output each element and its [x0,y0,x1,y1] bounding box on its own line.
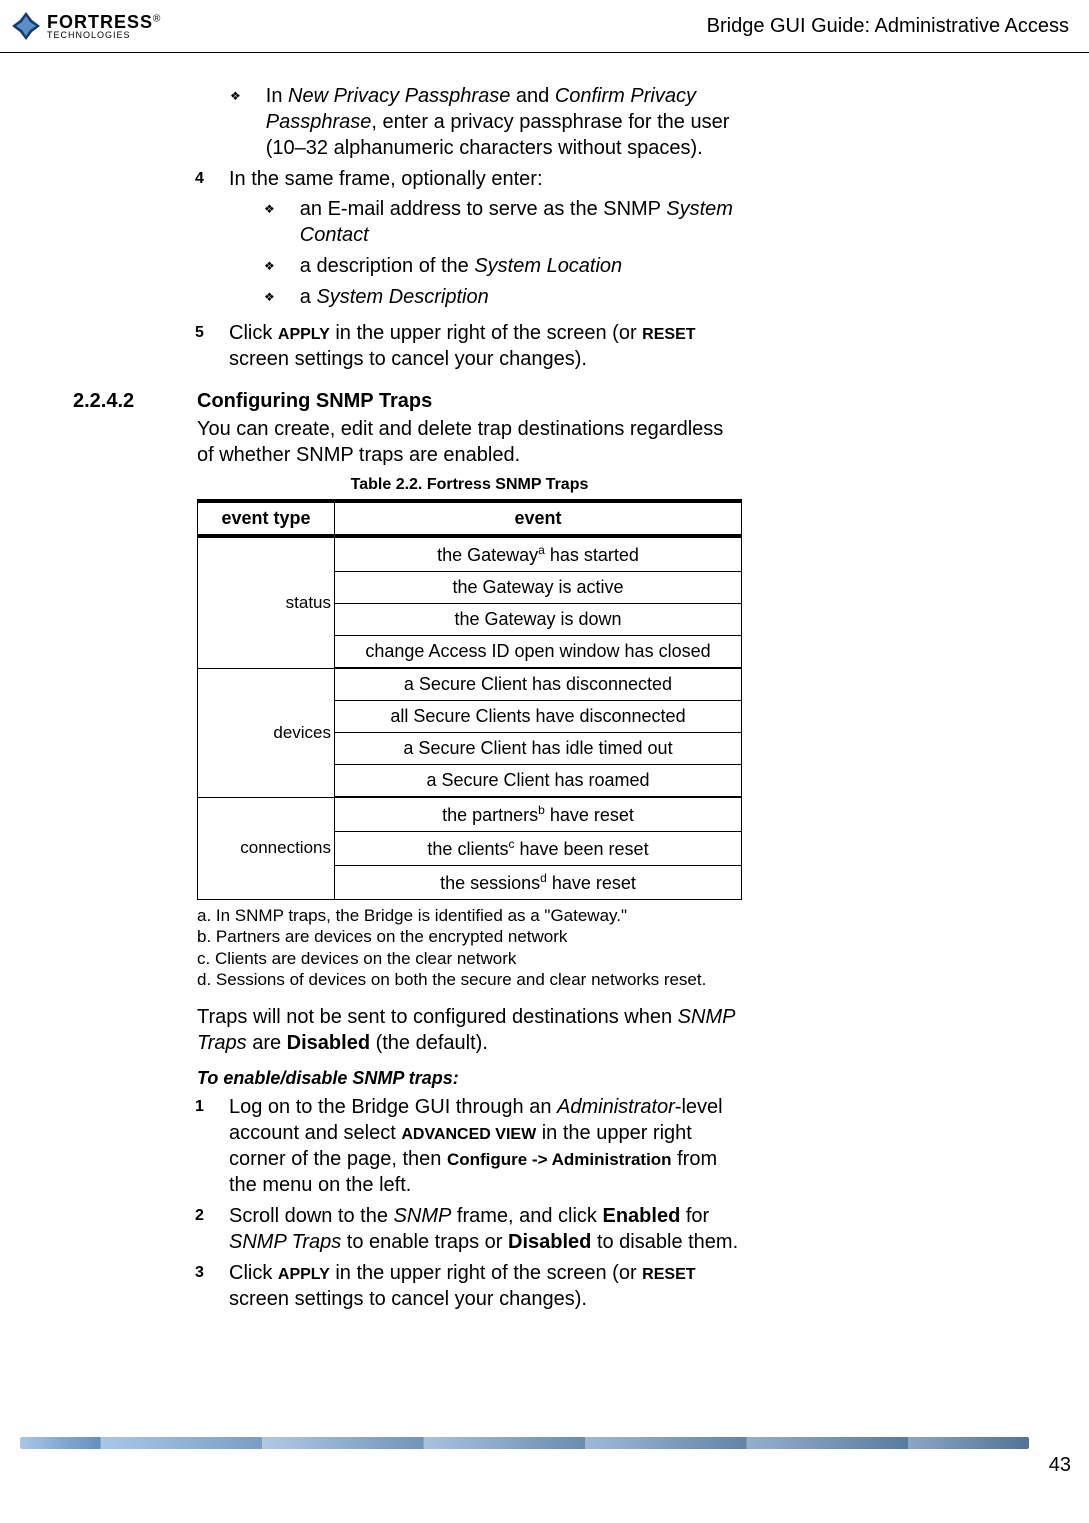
text: (the default). [370,1032,488,1054]
text: have reset [545,805,634,825]
text: has started [545,545,639,565]
sup: a [538,543,545,557]
logo-text: FORTRESS [47,12,153,32]
text-em: New Privacy Passphrase [288,85,510,107]
step-number: 1 [195,1097,207,1198]
bullet-privacy-passphrase: ❖ In New Privacy Passphrase and Confirm … [230,83,740,161]
page-header-title: Bridge GUI Guide: Administrative Access [707,15,1069,38]
fortress-logo-icon [10,10,42,42]
text-bold: Configure -> Administration [447,1150,672,1169]
snmp-traps-table: event type event status the Gatewaya has… [197,499,742,900]
sup: d [540,871,547,885]
page-number: 43 [0,1454,1089,1477]
text: have been reset [514,839,648,859]
text-em: Administrator [557,1096,675,1118]
text: are [247,1032,287,1054]
step-5: 5 Click APPLY in the upper right of the … [195,320,740,372]
text-bold: APPLY [278,326,330,343]
text-em: SNMP Traps [229,1231,341,1253]
text: have reset [547,873,636,893]
text-em: System Location [474,255,622,277]
table-header-event: event [335,501,742,536]
text: and [510,85,554,107]
step-number: 3 [195,1263,207,1312]
step2-3: 3 Click APPLY in the upper right of the … [195,1260,740,1312]
section-number: 2.2.4.2 [73,390,134,413]
bullet-system-contact: ❖ an E-mail address to serve as the SNMP… [264,196,740,248]
logo: FORTRESS® TECHNOLOGIES [10,10,160,42]
text: a description of the [300,255,475,277]
text-bold: Disabled [508,1231,591,1253]
text-bold: Disabled [287,1032,370,1054]
text: screen settings to cancel your changes). [229,348,587,370]
text: Click [229,1262,278,1284]
step-number: 2 [195,1206,207,1255]
text: the sessions [440,873,540,893]
text-bold: RESET [642,326,695,343]
text: the clients [427,839,508,859]
text-bold: Enabled [603,1205,681,1227]
section-heading: 2.2.4.2 Configuring SNMP Traps [20,390,1069,413]
page-content: ❖ In New Privacy Passphrase and Confirm … [0,53,1089,1337]
diamond-bullet-icon: ❖ [264,290,275,310]
table-row: connections the partnersb have reset [198,797,742,832]
sup: b [538,803,545,817]
text: in the upper right of the screen (or [330,1262,642,1284]
text-bold: RESET [642,1266,695,1283]
text-bold: APPLY [278,1266,330,1283]
text: Log on to the Bridge GUI through an [229,1096,557,1118]
text: screen settings to cancel your changes). [229,1288,587,1310]
text-em: SNMP [394,1205,452,1227]
diamond-bullet-icon: ❖ [230,89,241,161]
diamond-bullet-icon: ❖ [264,202,275,248]
table-header-type: event type [198,501,335,536]
step-number: 5 [195,323,207,372]
table-group-devices: devices [198,668,335,797]
text: to enable traps or [341,1231,508,1253]
text: in the upper right of the screen (or [330,322,642,344]
table-row: devices a Secure Client has disconnected [198,668,742,701]
text-em: System Description [316,286,488,308]
sub-heading: To enable/disable SNMP traps: [197,1068,1069,1089]
text: the partners [442,805,538,825]
table-group-connections: connections [198,797,335,900]
text: In the same frame, optionally enter: [229,168,543,190]
step2-2: 2 Scroll down to the SNMP frame, and cli… [195,1203,740,1255]
bullet-system-location: ❖ a description of the System Location [264,253,740,279]
text-bold: ADVANCED VIEW [401,1126,536,1143]
page-header: FORTRESS® TECHNOLOGIES Bridge GUI Guide:… [0,0,1089,53]
footnote-d: d. Sessions of devices on both the secur… [197,969,742,990]
step-4: 4 In the same frame, optionally enter: ❖… [195,166,740,315]
traps-note: Traps will not be sent to configured des… [197,1004,742,1056]
text: Click [229,322,278,344]
text: frame, and click [451,1205,602,1227]
section-title: Configuring SNMP Traps [197,390,1069,413]
section-intro: You can create, edit and delete trap des… [197,416,742,468]
diamond-bullet-icon: ❖ [264,259,275,279]
footnote-c: c. Clients are devices on the clear netw… [197,948,742,969]
text: a [300,286,317,308]
text: Traps will not be sent to configured des… [197,1006,678,1028]
text: the Gateway [437,545,538,565]
footer-decorative-bar [20,1437,1029,1449]
bullet-system-description: ❖ a System Description [264,284,740,310]
text: Scroll down to the [229,1205,394,1227]
footnote-b: b. Partners are devices on the encrypted… [197,926,742,947]
table-row: status the Gatewaya has started [198,536,742,572]
table-footnotes: a. In SNMP traps, the Bridge is identifi… [197,905,742,990]
text: In [266,85,288,107]
step2-1: 1 Log on to the Bridge GUI through an Ad… [195,1094,740,1198]
text: an E-mail address to serve as the SNMP [300,198,666,220]
text: for [680,1205,709,1227]
table-group-status: status [198,536,335,668]
text: to disable them. [591,1231,738,1253]
table-caption: Table 2.2. Fortress SNMP Traps [197,476,742,494]
footnote-a: a. In SNMP traps, the Bridge is identifi… [197,905,742,926]
step-number: 4 [195,169,207,315]
